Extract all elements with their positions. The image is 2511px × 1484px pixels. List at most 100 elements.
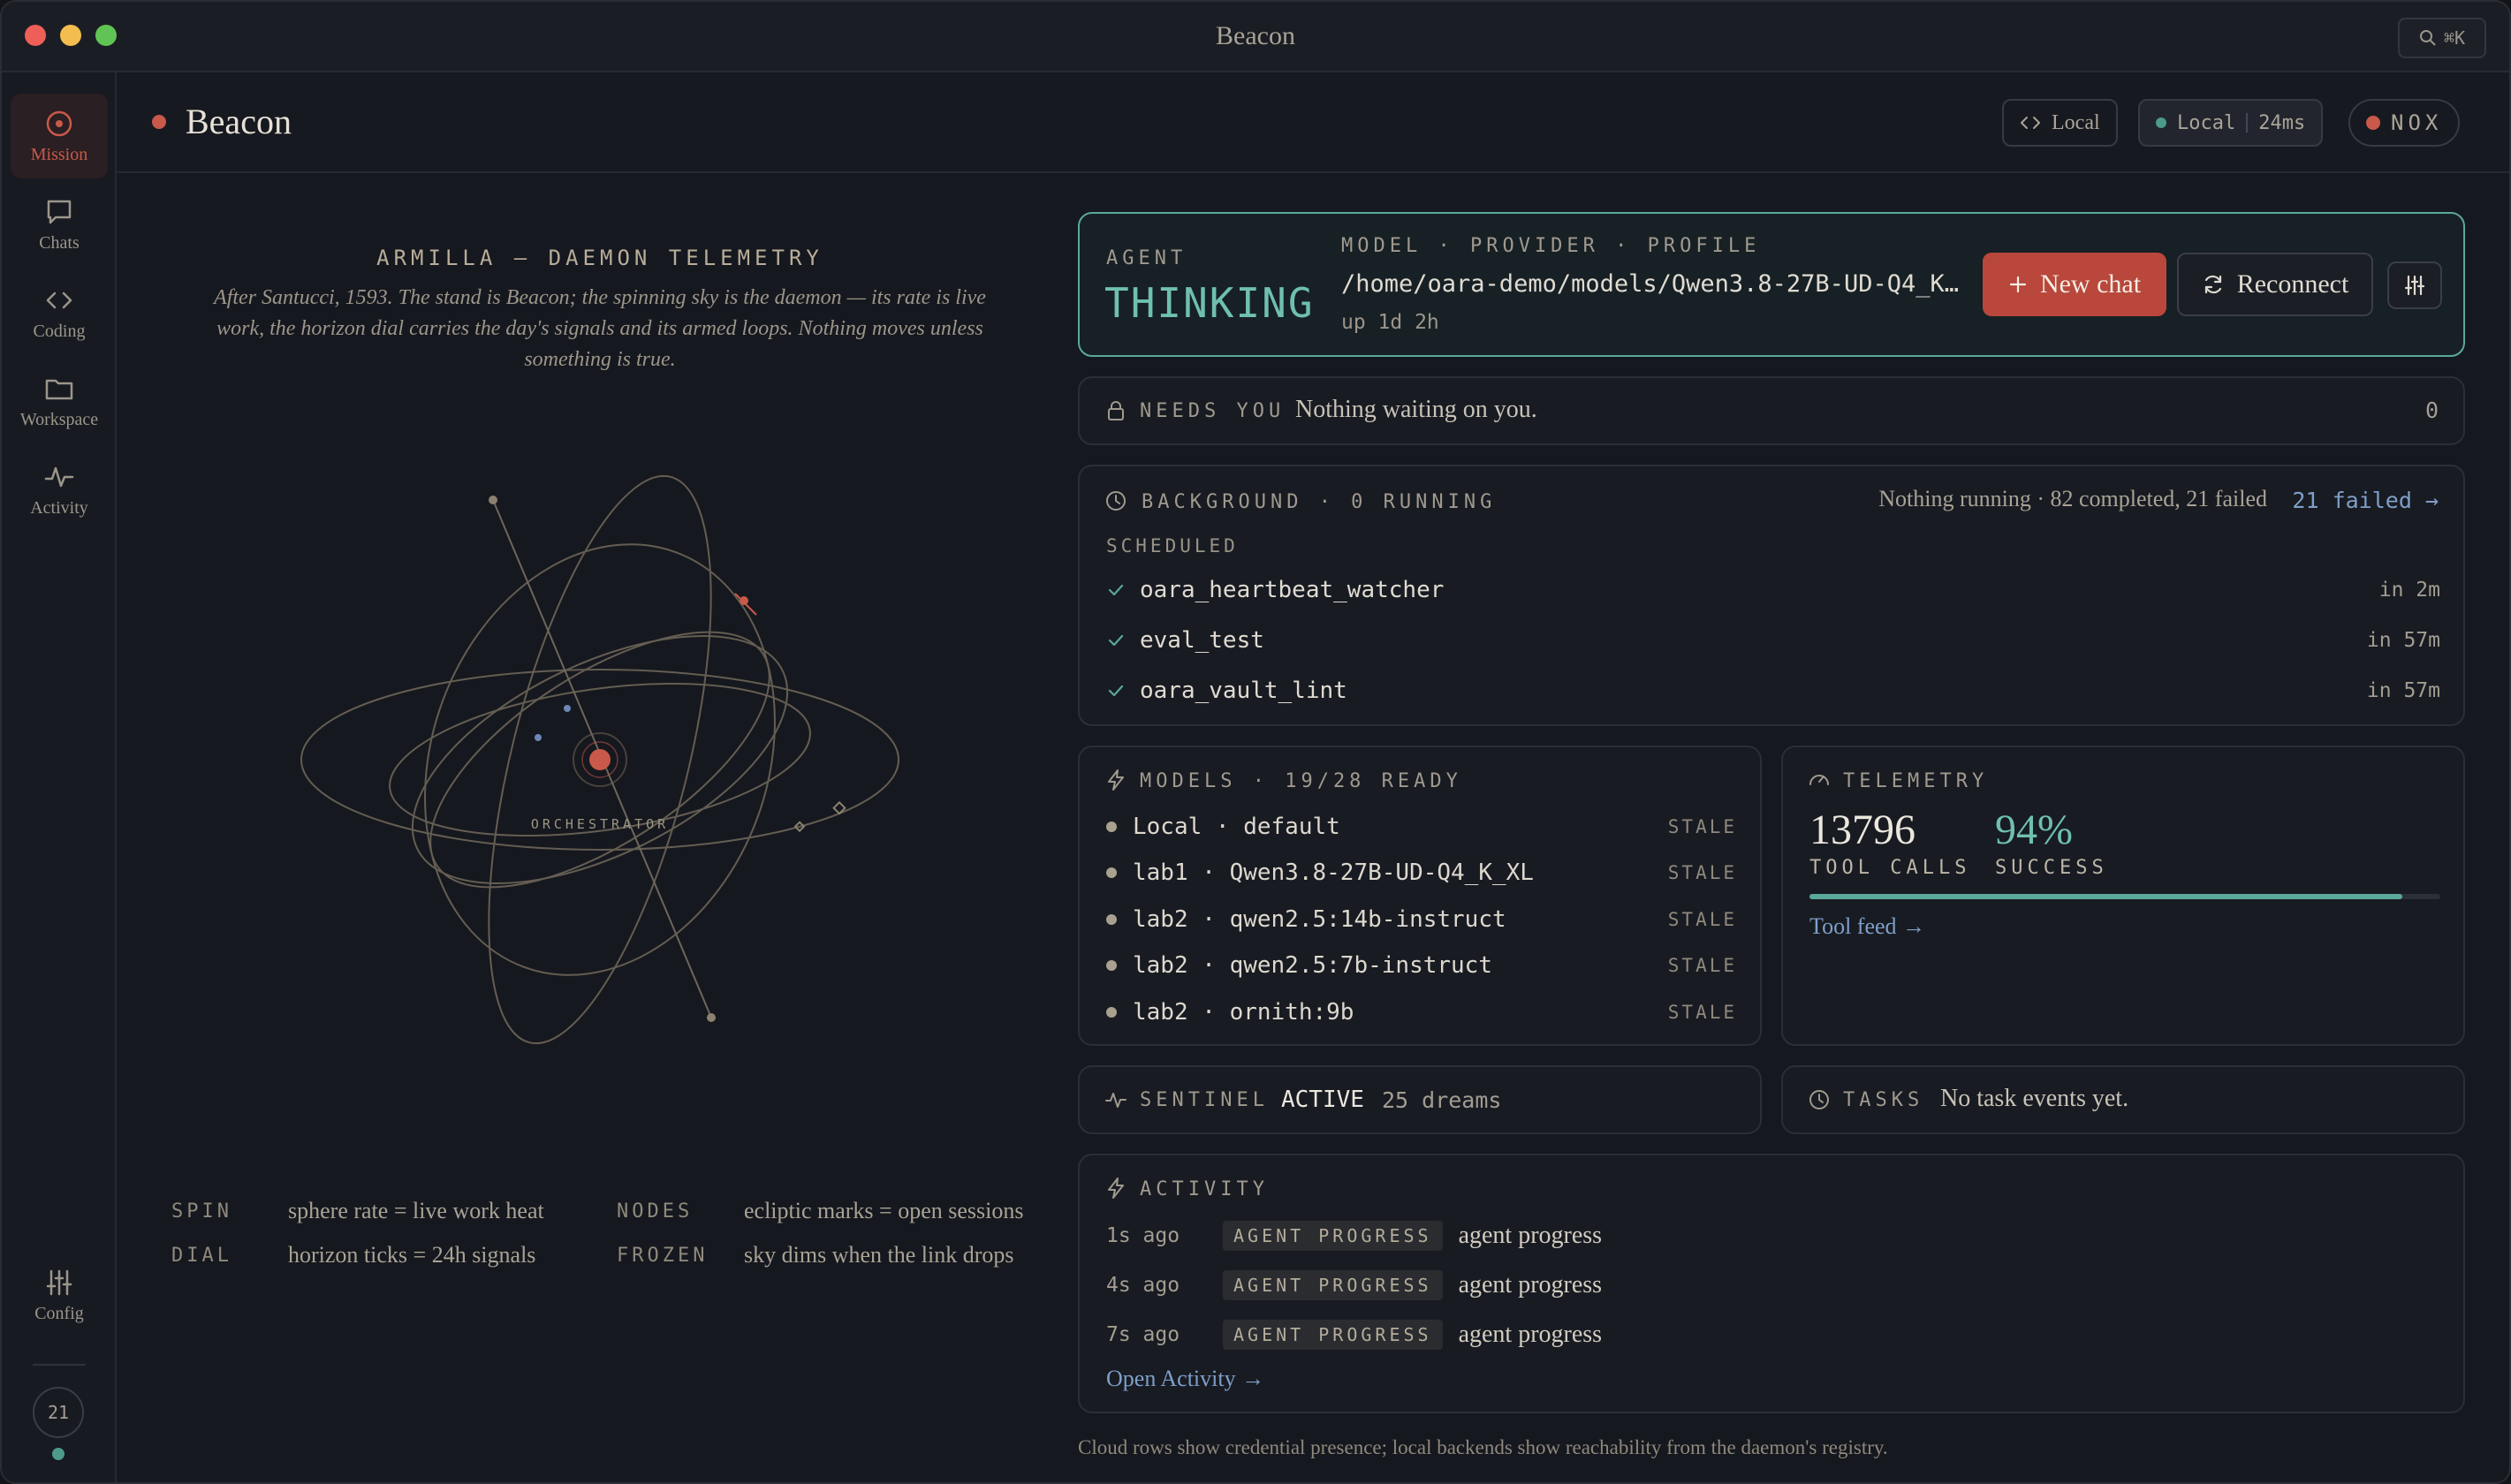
- sidebar-item-label: Chats: [39, 232, 80, 253]
- page-header: Beacon Local Local 24ms NOX: [117, 72, 2509, 173]
- tool-calls-value: 13796: [1809, 806, 1915, 853]
- model-status-dot: [1106, 960, 1117, 971]
- reconnect-label: Reconnect: [2236, 269, 2349, 299]
- lock-icon: [1108, 401, 1124, 420]
- sliders-icon: [2404, 275, 2425, 296]
- tasks-panel: TASKS No task events yet.: [1781, 1065, 2465, 1134]
- model-status-dot: [1106, 822, 1117, 832]
- activity-tag: AGENT PROGRESS: [1223, 1270, 1443, 1300]
- sentinel-panel: SENTINEL ACTIVE 25 dreams: [1078, 1065, 1762, 1134]
- agent-panel: AGENT THINKING MODEL · PROVIDER · PROFIL…: [1078, 212, 2465, 357]
- model-status-dot: [1106, 867, 1117, 878]
- activity-row[interactable]: 1s ago AGENT PROGRESS agent progress: [1106, 1217, 1602, 1254]
- sentinel-state: ACTIVE: [1281, 1086, 1364, 1113]
- legend-row: SPIN sphere rate = live work heat: [171, 1189, 544, 1233]
- scheduled-job-row[interactable]: oara_heartbeat_watcher in 2m: [1106, 572, 2440, 608]
- activity-row[interactable]: 7s ago AGENT PROGRESS agent progress: [1106, 1316, 1602, 1353]
- model-meta-label: MODEL · PROVIDER · PROFILE: [1341, 235, 1761, 257]
- sidebar-item-workspace[interactable]: Workspace: [11, 359, 108, 443]
- legend-row: NODES ecliptic marks = open sessions: [617, 1189, 1024, 1233]
- job-name: oara_heartbeat_watcher: [1140, 577, 1445, 603]
- job-name: oara_vault_lint: [1140, 678, 1347, 704]
- model-status-dot: [1106, 914, 1117, 925]
- search-button[interactable]: ⌘K: [2398, 18, 2486, 58]
- agent-settings-button[interactable]: [2387, 261, 2442, 309]
- app-window: Beacon ⌘K Mission Chats Coding Workspace…: [0, 0, 2511, 1484]
- model-name: lab2 · qwen2.5:14b-instruct: [1133, 906, 1506, 933]
- open-activity-link[interactable]: Open Activity →: [1106, 1366, 1264, 1392]
- scheduled-job-row[interactable]: eval_test in 57m: [1106, 623, 2440, 658]
- failed-jobs-link[interactable]: 21 failed →: [2292, 488, 2439, 513]
- search-shortcut: ⌘K: [2443, 27, 2466, 49]
- agent-state: THINKING: [1104, 279, 1315, 327]
- sidebar-divider: [33, 1364, 86, 1366]
- job-schedule: in 57m: [2366, 629, 2440, 652]
- chat-bubble-icon: [47, 200, 72, 223]
- pulse-icon: [1105, 1093, 1127, 1108]
- local-code-button[interactable]: Local: [2002, 99, 2118, 147]
- activity-row[interactable]: 4s ago AGENT PROGRESS agent progress: [1106, 1267, 1602, 1304]
- sidebar-item-activity[interactable]: Activity: [11, 447, 108, 532]
- activity-time: 4s ago: [1106, 1274, 1180, 1297]
- sidebar-item-mission[interactable]: Mission: [11, 94, 108, 178]
- activity-time: 1s ago: [1106, 1224, 1180, 1247]
- model-status: STALE: [1667, 1002, 1737, 1023]
- sidebar-item-chats[interactable]: Chats: [11, 182, 108, 267]
- activity-text: agent progress: [1458, 1271, 1603, 1298]
- success-rate-label: SUCCESS: [1995, 857, 2108, 879]
- tool-feed-link[interactable]: Tool feed →: [1809, 913, 1925, 940]
- telemetry-label: TELEMETRY: [1843, 770, 1989, 792]
- sliders-icon: [46, 1269, 72, 1295]
- activity-tag: AGENT PROGRESS: [1223, 1320, 1443, 1350]
- agent-label: AGENT: [1106, 247, 1187, 269]
- model-status: STALE: [1667, 816, 1737, 837]
- check-icon: [1108, 685, 1124, 697]
- model-status-dot: [1106, 1007, 1117, 1018]
- folder-icon: [45, 379, 73, 399]
- models-panel: MODELS · 19/28 READY Local · default STA…: [1078, 746, 1762, 1046]
- connection-name: Local: [2177, 111, 2236, 134]
- model-name: lab1 · Qwen3.8-27B-UD-Q4_K_XL: [1133, 859, 1534, 886]
- model-status: STALE: [1667, 909, 1737, 930]
- background-label: BACKGROUND · 0 RUNNING: [1142, 491, 1497, 513]
- new-chat-button[interactable]: New chat: [1983, 253, 2166, 316]
- model-status: STALE: [1667, 862, 1737, 883]
- activity-tag: AGENT PROGRESS: [1223, 1221, 1443, 1251]
- notification-count-badge[interactable]: 21: [33, 1387, 84, 1438]
- model-row[interactable]: Local · default STALE: [1106, 809, 1737, 844]
- legend-value: sky dims when the link drops: [744, 1242, 1014, 1268]
- activity-time: 7s ago: [1106, 1323, 1180, 1346]
- model-row[interactable]: lab1 · Qwen3.8-27B-UD-Q4_K_XL STALE: [1106, 855, 1737, 890]
- legend-key: NODES: [617, 1200, 694, 1223]
- nox-toggle[interactable]: NOX: [2348, 99, 2461, 147]
- reconnect-button[interactable]: Reconnect: [2177, 253, 2373, 316]
- orchestrator-label: ORCHESTRATOR: [531, 816, 669, 832]
- scheduled-job-row[interactable]: oara_vault_lint in 57m: [1106, 673, 2440, 708]
- connection-latency: 24ms: [2258, 111, 2306, 134]
- sidebar-item-label: Activity: [30, 497, 88, 518]
- background-panel: BACKGROUND · 0 RUNNING Nothing running ·…: [1078, 465, 2465, 726]
- model-row[interactable]: lab2 · ornith:9b STALE: [1106, 995, 1737, 1030]
- refresh-icon: [2204, 275, 2221, 294]
- job-schedule: in 2m: [2378, 579, 2440, 602]
- sidebar-item-coding[interactable]: Coding: [11, 270, 108, 355]
- divider: [2246, 113, 2249, 132]
- bolt-icon: [1108, 1177, 1124, 1199]
- status-dot: [152, 115, 166, 129]
- activity-text: agent progress: [1458, 1222, 1603, 1249]
- model-row[interactable]: lab2 · qwen2.5:7b-instruct STALE: [1106, 948, 1737, 983]
- gauge-icon: [1809, 775, 1829, 785]
- background-summary: Nothing running · 82 completed, 21 faile…: [1878, 486, 2267, 511]
- sidebar-item-label: Config: [34, 1303, 84, 1323]
- needs-you-panel: NEEDS YOU Nothing waiting on you. 0: [1078, 376, 2465, 445]
- model-status: STALE: [1667, 955, 1737, 976]
- legend-value: horizon ticks = 24h signals: [288, 1242, 536, 1268]
- model-name: lab2 · qwen2.5:7b-instruct: [1133, 952, 1492, 979]
- model-row[interactable]: lab2 · qwen2.5:14b-instruct STALE: [1106, 902, 1737, 937]
- local-button-label: Local: [2052, 110, 2100, 134]
- sentinel-label: SENTINEL: [1140, 1089, 1269, 1111]
- connection-chip[interactable]: Local 24ms: [2138, 99, 2324, 147]
- sidebar-item-config[interactable]: Config: [11, 1253, 108, 1337]
- check-icon: [1108, 584, 1124, 596]
- activity-text: agent progress: [1458, 1321, 1603, 1348]
